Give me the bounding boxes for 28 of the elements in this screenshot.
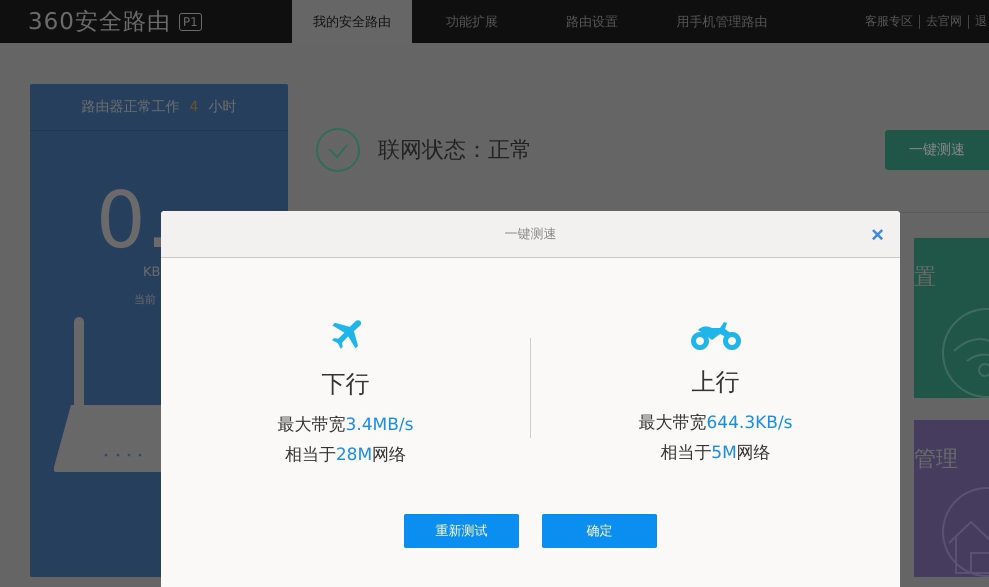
nav-tab[interactable]: 我的安全路由 (292, 0, 412, 43)
equivalent-text: 相当于5M网络 (660, 442, 771, 465)
nav-tab[interactable]: 功能扩展 (412, 0, 532, 43)
speed-value: 0. (96, 181, 170, 261)
header-link[interactable]: 退 (975, 13, 987, 30)
uptime-text: 路由器正常工作 4 小时 (82, 98, 236, 116)
dialog-title: 一键测速 (504, 226, 556, 243)
tile-label: 置 (914, 264, 936, 290)
model-badge: P1 (178, 12, 202, 30)
dialog-button[interactable]: 确定 (542, 514, 657, 548)
speed-test-button[interactable]: 一键测速 (885, 130, 989, 170)
speed-caption: 当前 (134, 292, 156, 307)
header-link[interactable]: 去官网 (926, 13, 962, 30)
nav-tab[interactable]: 用手机管理路由 (652, 0, 792, 43)
check-icon (316, 128, 360, 172)
logo-text: 360安全路由 (28, 8, 171, 37)
speed-unit: KB (143, 265, 160, 280)
equivalent-text: 相当于28M网络 (284, 444, 406, 467)
direction-title: 下行 (322, 369, 370, 400)
bandwidth-text: 最大带宽644.3KB/s (638, 412, 793, 435)
nav-tab[interactable]: 路由设置 (532, 0, 652, 43)
direction-title: 上行 (692, 367, 740, 398)
feature-tile[interactable]: 置 (914, 238, 989, 398)
dialog-button[interactable]: 重新测试 (404, 514, 519, 548)
bandwidth-text: 最大带宽3.4MB/s (278, 414, 414, 437)
header-link[interactable]: 客服专区 (865, 13, 913, 30)
close-button[interactable]: × (871, 225, 884, 245)
network-status: 联网状态：正常 (378, 137, 532, 165)
